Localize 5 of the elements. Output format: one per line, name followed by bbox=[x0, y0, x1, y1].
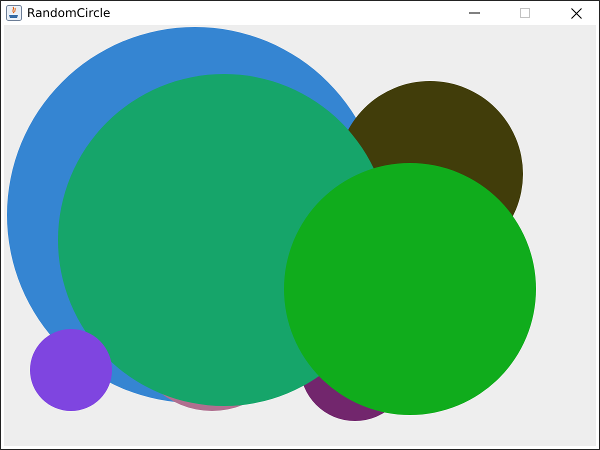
close-icon bbox=[570, 8, 582, 18]
minimize-icon bbox=[468, 12, 480, 14]
maximize-icon bbox=[520, 8, 530, 18]
window-title: RandomCircle bbox=[27, 6, 112, 20]
cup-icon bbox=[6, 5, 22, 21]
